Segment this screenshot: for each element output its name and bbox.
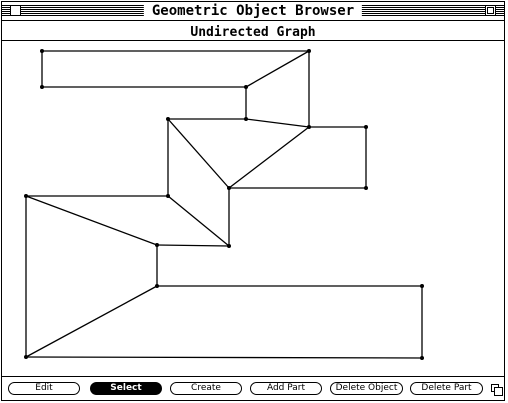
graph-vertex <box>227 244 231 248</box>
graph-edge <box>245 118 310 128</box>
graph-vertex <box>227 186 231 190</box>
graph-vertex <box>24 194 28 198</box>
graph-vertex <box>155 243 159 247</box>
graph-vertex <box>364 186 368 190</box>
graph-edge <box>245 50 310 88</box>
tool-bar: Edit Select Create Add Part Delete Objec… <box>2 376 504 400</box>
graph-vertex <box>40 85 44 89</box>
graph-edge <box>25 195 158 246</box>
graph-vertex <box>155 284 159 288</box>
edit-button[interactable]: Edit <box>8 382 80 395</box>
zoom-box-icon[interactable] <box>485 5 496 16</box>
graph-canvas[interactable] <box>2 41 504 376</box>
graph-vertex <box>420 356 424 360</box>
browser-window: Geometric Object Browser Undirected Grap… <box>1 1 505 401</box>
graph-vertex <box>166 117 170 121</box>
graph-edge <box>25 285 158 358</box>
graph-vertex <box>307 49 311 53</box>
close-box-icon[interactable] <box>10 5 21 16</box>
title-bar[interactable]: Geometric Object Browser <box>2 2 504 21</box>
graph-edge <box>228 126 310 189</box>
graph-vertex <box>40 49 44 53</box>
graph-edge <box>167 195 230 247</box>
delete-object-button[interactable]: Delete Object <box>330 382 403 395</box>
graph-vertex <box>24 355 28 359</box>
graph-edge <box>25 356 423 359</box>
view-title: Undirected Graph <box>190 25 316 40</box>
graph-vertex <box>364 125 368 129</box>
graph-edge <box>156 244 230 247</box>
select-button[interactable]: Select <box>90 382 162 395</box>
window-title: Geometric Object Browser <box>143 3 363 19</box>
create-button[interactable]: Create <box>170 382 242 395</box>
graph-vertex <box>244 117 248 121</box>
graph-drawing[interactable] <box>2 41 504 376</box>
graph-vertex <box>420 284 424 288</box>
graph-edges <box>25 50 423 359</box>
add-part-button[interactable]: Add Part <box>250 382 322 395</box>
graph-edge <box>167 118 230 189</box>
graph-vertex <box>166 194 170 198</box>
view-header: Undirected Graph <box>2 21 504 41</box>
graph-vertices[interactable] <box>24 49 424 360</box>
delete-part-button[interactable]: Delete Part <box>410 382 483 395</box>
size-box-icon[interactable] <box>491 384 503 396</box>
graph-vertex <box>307 125 311 129</box>
graph-vertex <box>244 85 248 89</box>
